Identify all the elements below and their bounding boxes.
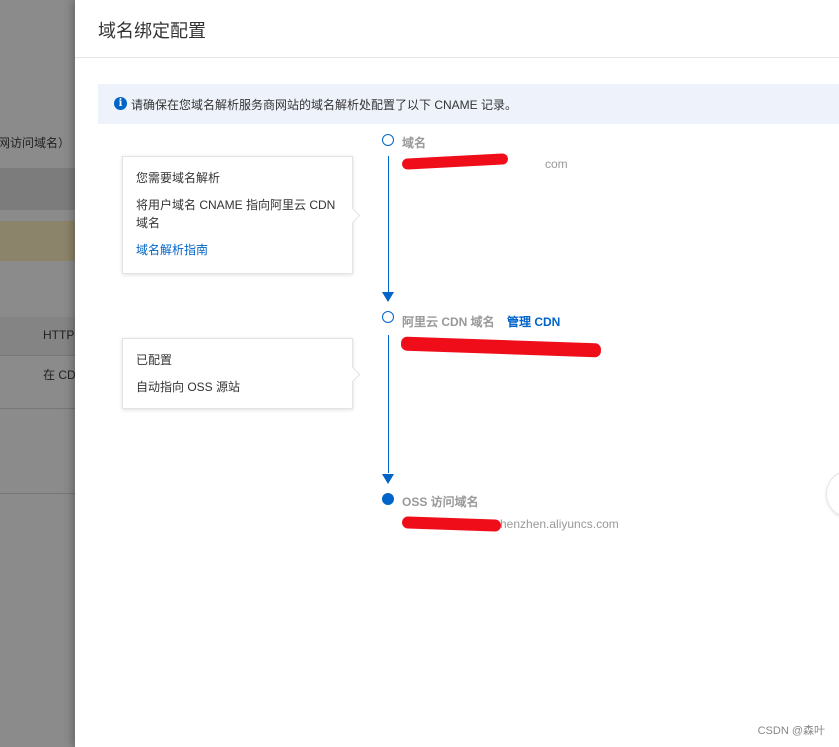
bg-divider (0, 355, 75, 356)
title-divider (75, 57, 839, 58)
card-pointer (344, 366, 361, 382)
timeline-line (388, 335, 389, 473)
step-label-cdn: 阿里云 CDN 域名 (402, 315, 495, 329)
bg-domain-fragment: 网访问域名） (0, 136, 71, 150)
card-description: 将用户域名 CNAME 指向阿里云 CDN 域名 (136, 198, 336, 230)
timeline-arrow (382, 292, 394, 302)
manage-cdn-link[interactable]: 管理 CDN (507, 313, 560, 330)
step-node-domain (382, 134, 394, 146)
step-node-oss (382, 493, 394, 505)
step-value-domain-suffix: com (545, 157, 568, 171)
dns-resolve-card: 您需要域名解析 将用户域名 CNAME 指向阿里云 CDN 域名 域名解析指南 (122, 156, 361, 274)
bg-header-band (0, 168, 75, 210)
card-heading: 已配置 (136, 353, 173, 367)
card-pointer (344, 207, 361, 224)
redaction-mark (400, 336, 602, 358)
step-label-domain: 域名 (402, 136, 427, 150)
scroll-handle[interactable] (826, 471, 839, 517)
bg-divider (0, 493, 75, 494)
timeline-line (388, 156, 389, 292)
info-icon: i (114, 97, 127, 110)
card-description: 自动指向 OSS 源站 (136, 380, 241, 394)
step-node-cdn (382, 311, 394, 323)
notice-text: 请确保在您域名解析服务商网站的域名解析处配置了以下 CNAME 记录。 (131, 98, 518, 112)
bg-cdn-fragment: 在 CD (43, 368, 75, 382)
cname-notice: i 请确保在您域名解析服务商网站的域名解析处配置了以下 CNAME 记录。 (98, 84, 839, 124)
step-value-oss: henzhen.aliyuncs.com (500, 517, 619, 531)
redaction-mark (401, 516, 502, 532)
drawer-title: 域名绑定配置 (98, 21, 206, 41)
background-page: 网访问域名） HTTP 在 CD (0, 0, 75, 747)
step-label-oss: OSS 访问域名 (402, 495, 479, 509)
watermark: CSDN @森叶 (757, 725, 825, 737)
card-heading: 您需要域名解析 (136, 171, 221, 185)
bg-warning-band (0, 221, 75, 261)
domain-binding-drawer: 域名绑定配置 i 请确保在您域名解析服务商网站的域名解析处配置了以下 CNAME… (75, 0, 839, 747)
configured-card: 已配置 自动指向 OSS 源站 (122, 338, 361, 409)
timeline-arrow (382, 474, 394, 484)
dns-guide-link[interactable]: 域名解析指南 (136, 243, 208, 257)
redaction-mark (401, 153, 509, 170)
bg-http-fragment: HTTP (43, 328, 75, 342)
bg-divider (0, 408, 75, 409)
